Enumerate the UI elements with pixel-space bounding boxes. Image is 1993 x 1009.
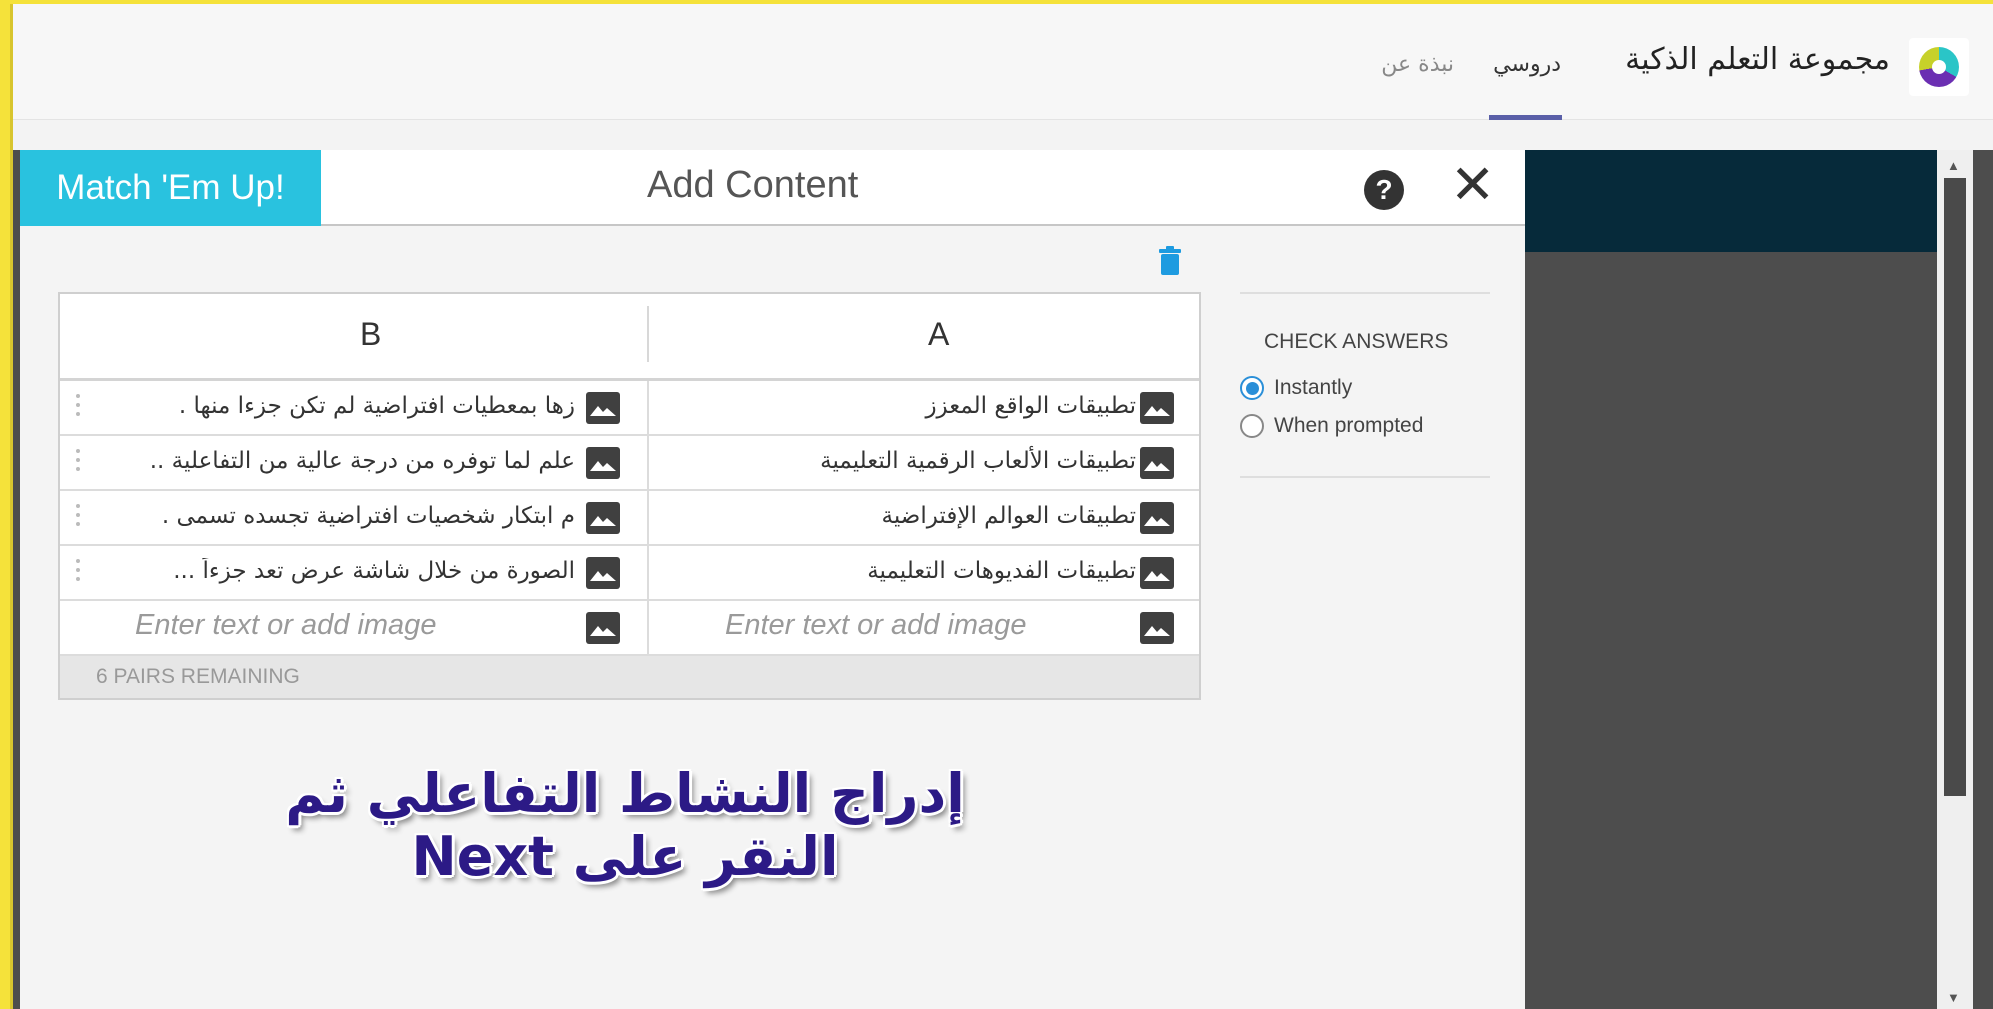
new-pair-input-a[interactable]: Enter text or add image — [725, 609, 1135, 642]
radio-label: Instantly — [1274, 376, 1353, 399]
cell-a-text[interactable]: تطبيقات الواقع المعزز — [726, 393, 1136, 419]
cell-a-text[interactable]: تطبيقات الألعاب الرقمية التعليمية — [726, 448, 1136, 474]
image-icon[interactable] — [586, 502, 620, 534]
tab-about[interactable]: نبذة عن — [1381, 52, 1454, 77]
table-row: علم لما توفره من درجة عالية من التفاعلية… — [60, 436, 1199, 491]
trash-icon[interactable] — [1157, 246, 1183, 276]
match-pairs-table: B A زها بمعطيات افتراضية لم تكن جزءا منه… — [58, 292, 1201, 700]
radio-instantly[interactable]: Instantly — [1240, 376, 1352, 400]
image-icon[interactable] — [586, 612, 620, 644]
radio-label: When prompted — [1274, 414, 1424, 437]
column-divider — [647, 306, 649, 362]
image-icon[interactable] — [1140, 502, 1174, 534]
new-pair-input-b[interactable]: Enter text or add image — [135, 609, 575, 642]
modal-header: Match 'Em Up! Add Content ? ✕ — [20, 150, 1525, 226]
cell-b-text[interactable]: علم لما توفره من درجة عالية من التفاعلية… — [135, 448, 575, 474]
cell-b-text[interactable]: زها بمعطيات افتراضية لم تكن جزءا منها . — [135, 393, 575, 419]
image-icon[interactable] — [586, 557, 620, 589]
background-overlay-right — [1525, 150, 1993, 1009]
table-row: م ابتكار شخصيات افتراضية تجسده تسمى . تط… — [60, 491, 1199, 546]
app-logo-icon[interactable] — [1909, 38, 1969, 96]
cell-b-text[interactable]: م ابتكار شخصيات افتراضية تجسده تسمى . — [135, 503, 575, 529]
image-icon[interactable] — [1140, 392, 1174, 424]
check-answers-title: CHECK ANSWERS — [1264, 330, 1449, 353]
top-header: مجموعة التعلم الذكية دروسي نبذة عن — [13, 4, 1993, 120]
modal-title: Add Content — [647, 164, 859, 206]
radio-button-checked[interactable] — [1240, 376, 1264, 400]
scrollbar-thumb[interactable] — [1944, 178, 1966, 796]
column-header-a: A — [928, 316, 950, 352]
drag-handle-icon[interactable] — [76, 504, 80, 530]
tab-my-lessons[interactable]: دروسي — [1493, 52, 1561, 77]
image-icon[interactable] — [586, 392, 620, 424]
frame-left — [0, 0, 10, 1009]
scroll-up-icon[interactable]: ▲ — [1947, 158, 1960, 173]
image-icon[interactable] — [1140, 447, 1174, 479]
drag-handle-icon[interactable] — [76, 394, 80, 420]
side-rule-top — [1240, 292, 1490, 294]
cell-b-text[interactable]: الصورة من خلال شاشة عرض تعد جزءاً ... — [135, 558, 575, 584]
add-content-modal: Match 'Em Up! Add Content ? ✕ B A زها بم… — [20, 150, 1525, 1009]
instruction-caption: إدراج النشاط التفاعلي ثم النقر على Next — [285, 762, 965, 888]
drag-handle-icon[interactable] — [76, 449, 80, 475]
column-header-b: B — [360, 316, 382, 352]
cell-a-text[interactable]: تطبيقات الفديوهات التعليمية — [726, 558, 1136, 584]
table-row: الصورة من خلال شاشة عرض تعد جزءاً ... تط… — [60, 546, 1199, 601]
image-icon[interactable] — [1140, 557, 1174, 589]
new-pair-row: Enter text or add image Enter text or ad… — [60, 601, 1199, 656]
side-rule-bottom — [1240, 476, 1490, 478]
radio-when-prompted[interactable]: When prompted — [1240, 414, 1423, 438]
close-icon[interactable]: ✕ — [1450, 158, 1495, 212]
image-icon[interactable] — [586, 447, 620, 479]
table-row: زها بمعطيات افتراضية لم تكن جزءا منها . … — [60, 381, 1199, 436]
app-title: مجموعة التعلم الذكية — [1625, 42, 1890, 77]
drag-handle-icon[interactable] — [76, 559, 80, 585]
scroll-down-icon[interactable]: ▼ — [1947, 990, 1960, 1005]
activity-type-badge: Match 'Em Up! — [20, 150, 321, 226]
cell-a-text[interactable]: تطبيقات العوالم الإفتراضية — [726, 503, 1136, 529]
help-icon[interactable]: ? — [1364, 170, 1404, 210]
background-header-strip — [1525, 150, 1937, 252]
image-icon[interactable] — [1140, 612, 1174, 644]
pairs-remaining-counter: 6 PAIRS REMAINING — [60, 656, 1199, 698]
active-tab-indicator — [1489, 115, 1562, 120]
radio-button-unchecked[interactable] — [1240, 414, 1264, 438]
